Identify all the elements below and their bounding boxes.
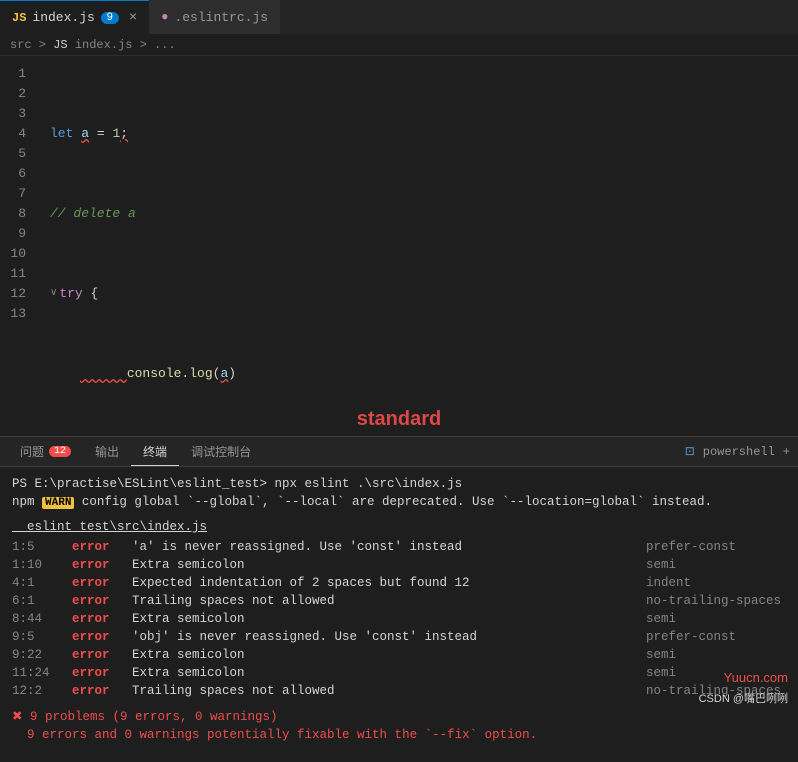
panel-powershell-label: powershell xyxy=(703,445,775,459)
editor-area: 1 2 3 4 5 6 7 8 9 10 11 12 13 let a = 1;… xyxy=(0,56,798,436)
tab-index-js-badge: 9 xyxy=(101,12,119,24)
error-row-5: 8:44 error Extra semicolon semi xyxy=(12,610,786,628)
ps-command-line: PS E:\practise\ESLint\eslint_test> npx e… xyxy=(12,475,786,493)
ln-4: 4 xyxy=(0,124,36,144)
panel-tab-terminal-label: 终端 xyxy=(143,443,167,460)
panel-tab-problems[interactable]: 问题 12 xyxy=(8,437,83,466)
code-line-2: // delete a xyxy=(50,204,788,224)
error-row-6: 9:5 error 'obj' is never reassigned. Use… xyxy=(12,628,786,646)
npm-warn-line: npm WARN config global `--global`, `--lo… xyxy=(12,493,786,512)
error-row-2: 1:10 error Extra semicolon semi xyxy=(12,556,786,574)
breadcrumb-js: JS xyxy=(53,38,67,52)
file-path: eslint_test\src\index.js xyxy=(12,520,207,534)
panel-right: ⊡ powershell + xyxy=(685,444,790,459)
tab-eslintrc-label: .eslintrc.js xyxy=(174,10,268,25)
code-line-4: console.log(a) xyxy=(50,364,788,384)
npm-prefix: npm xyxy=(12,495,42,509)
error-row-9: 12:2 error Trailing spaces not allowed n… xyxy=(12,682,786,700)
error-row-7: 9:22 error Extra semicolon semi xyxy=(12,646,786,664)
ln-6: 6 xyxy=(0,164,36,184)
panel-tab-debug[interactable]: 调试控制台 xyxy=(179,437,263,466)
panel-tab-problems-badge: 12 xyxy=(49,446,71,457)
code-editor[interactable]: let a = 1; // delete a ∨ try { console.l… xyxy=(40,56,798,436)
ln-2: 2 xyxy=(0,84,36,104)
terminal-icon: ⊡ xyxy=(685,444,695,459)
terminal-content[interactable]: PS E:\practise\ESLint\eslint_test> npx e… xyxy=(0,467,798,762)
watermark-standard: standard xyxy=(357,408,441,436)
panel-tab-problems-label: 问题 xyxy=(20,443,44,460)
tab-bar: JS index.js 9 × ● .eslintrc.js xyxy=(0,0,798,35)
tab-index-js[interactable]: JS index.js 9 × xyxy=(0,0,149,34)
panel-tab-output[interactable]: 输出 xyxy=(83,437,131,466)
summary-text: 9 problems (9 errors, 0 warnings) xyxy=(30,710,278,724)
ps-prompt: PS E:\practise\ESLint\eslint_test> npx e… xyxy=(12,477,462,491)
tab-eslintrc[interactable]: ● .eslintrc.js xyxy=(149,0,280,34)
ln-3: 3 xyxy=(0,104,36,124)
error-row-3: 4:1 error Expected indentation of 2 spac… xyxy=(12,574,786,592)
watermark-csdn: CSDN @嘴巴咧咧 xyxy=(699,690,788,706)
error-summary: ✖ 9 problems (9 errors, 0 warnings) xyxy=(12,708,786,726)
error-table: 1:5 error 'a' is never reassigned. Use '… xyxy=(12,538,786,700)
ln-13: 13 xyxy=(0,304,36,324)
ln-1: 1 xyxy=(0,64,36,84)
ln-11: 11 xyxy=(0,264,36,284)
tab-js-prefix: JS xyxy=(12,11,26,25)
fixable-line: 9 errors and 0 warnings potentially fixa… xyxy=(12,726,786,744)
chevron-3[interactable]: ∨ xyxy=(50,284,57,304)
npm-warn-text: config global `--global`, `--local` are … xyxy=(74,495,712,509)
eslint-file-output: eslint_test\src\index.js xyxy=(12,518,786,536)
summary-section: ✖ 9 problems (9 errors, 0 warnings) 9 er… xyxy=(12,708,786,744)
code-line-3: ∨ try { xyxy=(50,284,788,304)
error-row-4: 6:1 error Trailing spaces not allowed no… xyxy=(12,592,786,610)
ln-5: 5 xyxy=(0,144,36,164)
line-numbers: 1 2 3 4 5 6 7 8 9 10 11 12 13 xyxy=(0,56,40,436)
panel-add-button[interactable]: + xyxy=(783,445,790,459)
x-icon: ✖ xyxy=(12,710,22,724)
ln-8: 8 xyxy=(0,204,36,224)
panel-tab-output-label: 输出 xyxy=(95,443,119,460)
ln-7: 7 xyxy=(0,184,36,204)
error-row-1: 1:5 error 'a' is never reassigned. Use '… xyxy=(12,538,786,556)
panel-tab-terminal[interactable]: 终端 xyxy=(131,437,179,466)
tab-index-js-close[interactable]: × xyxy=(129,10,137,26)
ln-10: 10 xyxy=(0,244,36,264)
code-line-1: let a = 1; xyxy=(50,124,788,144)
error-row-8: 11:24 error Extra semicolon semi xyxy=(12,664,786,682)
panel-tab-debug-label: 调试控制台 xyxy=(191,443,251,460)
panel-tabs: 问题 12 输出 终端 调试控制台 ⊡ powershell + xyxy=(0,437,798,467)
panel: 问题 12 输出 终端 调试控制台 ⊡ powershell + PS E:\p… xyxy=(0,436,798,762)
tab-eslintrc-dot: ● xyxy=(161,10,168,24)
breadcrumb: src > JS index.js > ... xyxy=(0,35,798,56)
tab-index-js-label: index.js xyxy=(32,10,94,25)
npm-warn-badge: WARN xyxy=(42,497,74,509)
watermark-yuucn: Yuucn.com xyxy=(724,670,788,686)
ln-12: 12 xyxy=(0,284,36,304)
ln-9: 9 xyxy=(0,224,36,244)
